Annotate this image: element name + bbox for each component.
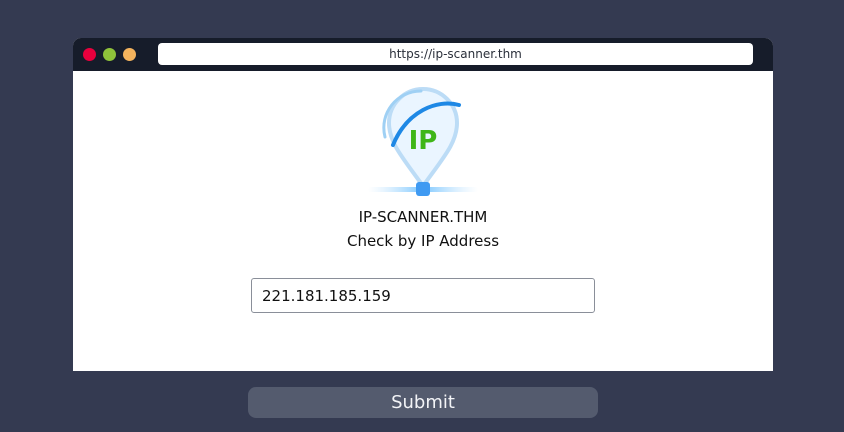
page: https://ip-scanner.thm IP IP-SCANNER.THM… bbox=[0, 0, 844, 432]
submit-button[interactable]: Submit bbox=[248, 387, 598, 418]
address-bar[interactable]: https://ip-scanner.thm bbox=[158, 43, 753, 65]
minimize-window-icon[interactable] bbox=[103, 48, 116, 61]
logo-ip-text: IP bbox=[409, 126, 438, 156]
page-content: IP IP-SCANNER.THM Check by IP Address bbox=[73, 71, 773, 371]
maximize-window-icon[interactable] bbox=[123, 48, 136, 61]
site-subtitle: Check by IP Address bbox=[346, 232, 500, 250]
close-window-icon[interactable] bbox=[83, 48, 96, 61]
browser-titlebar: https://ip-scanner.thm bbox=[73, 38, 773, 71]
browser-window: https://ip-scanner.thm IP IP-SCANNER.THM… bbox=[73, 38, 773, 371]
site-title: IP-SCANNER.THM bbox=[358, 208, 488, 226]
ip-location-pin-icon: IP bbox=[368, 87, 478, 196]
ip-address-input[interactable] bbox=[251, 278, 595, 313]
